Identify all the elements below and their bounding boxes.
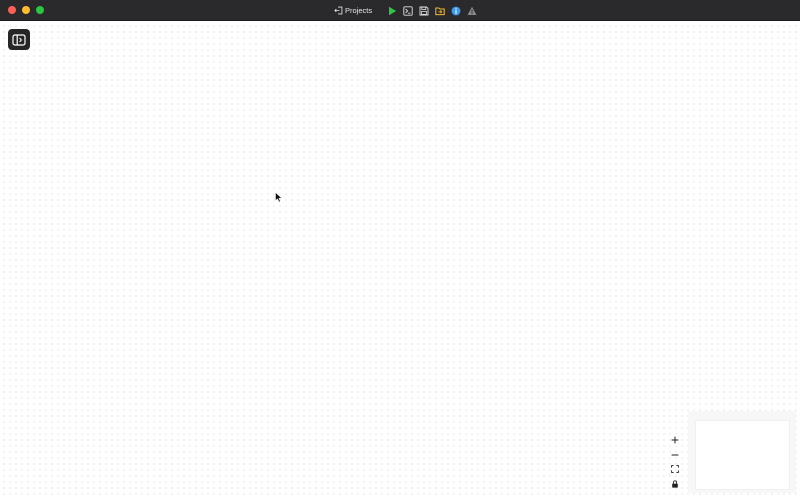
lock-icon — [672, 479, 678, 488]
window-controls — [8, 6, 44, 14]
sidebar-toggle-icon — [12, 33, 26, 46]
minimize-window-button[interactable] — [22, 6, 30, 14]
fit-view-icon — [671, 465, 679, 473]
app-window: Projects — [0, 0, 800, 498]
open-folder-button[interactable] — [434, 5, 446, 17]
save-button[interactable] — [418, 5, 430, 17]
save-icon — [419, 6, 429, 15]
info-button[interactable] — [450, 5, 462, 17]
folder-icon — [435, 7, 445, 15]
run-button[interactable] — [386, 5, 398, 17]
toolbar: Projects — [334, 0, 482, 21]
terminal-icon — [403, 5, 413, 16]
zoom-controls — [668, 433, 682, 491]
projects-label: Projects — [345, 6, 373, 15]
warning-icon — [467, 6, 477, 15]
minus-icon — [671, 454, 679, 455]
plus-icon — [671, 436, 679, 444]
flow-canvas[interactable] — [0, 22, 800, 498]
sidebar-toggle-button[interactable] — [8, 29, 30, 50]
zoom-out-button[interactable] — [668, 448, 682, 462]
play-icon — [389, 6, 397, 15]
maximize-window-button[interactable] — [36, 6, 44, 14]
minimap-viewport[interactable] — [695, 420, 790, 490]
projects-button[interactable]: Projects — [334, 0, 372, 21]
mouse-cursor-icon — [275, 192, 283, 203]
title-bar: Projects — [0, 0, 800, 21]
lock-button[interactable] — [668, 477, 682, 491]
fit-view-button[interactable] — [668, 462, 682, 476]
terminal-button[interactable] — [402, 5, 414, 17]
zoom-in-button[interactable] — [668, 433, 682, 447]
warnings-button[interactable] — [466, 5, 478, 17]
projects-back-icon — [334, 6, 343, 15]
close-window-button[interactable] — [8, 6, 16, 14]
minimap[interactable] — [688, 411, 796, 493]
info-icon — [451, 6, 461, 15]
